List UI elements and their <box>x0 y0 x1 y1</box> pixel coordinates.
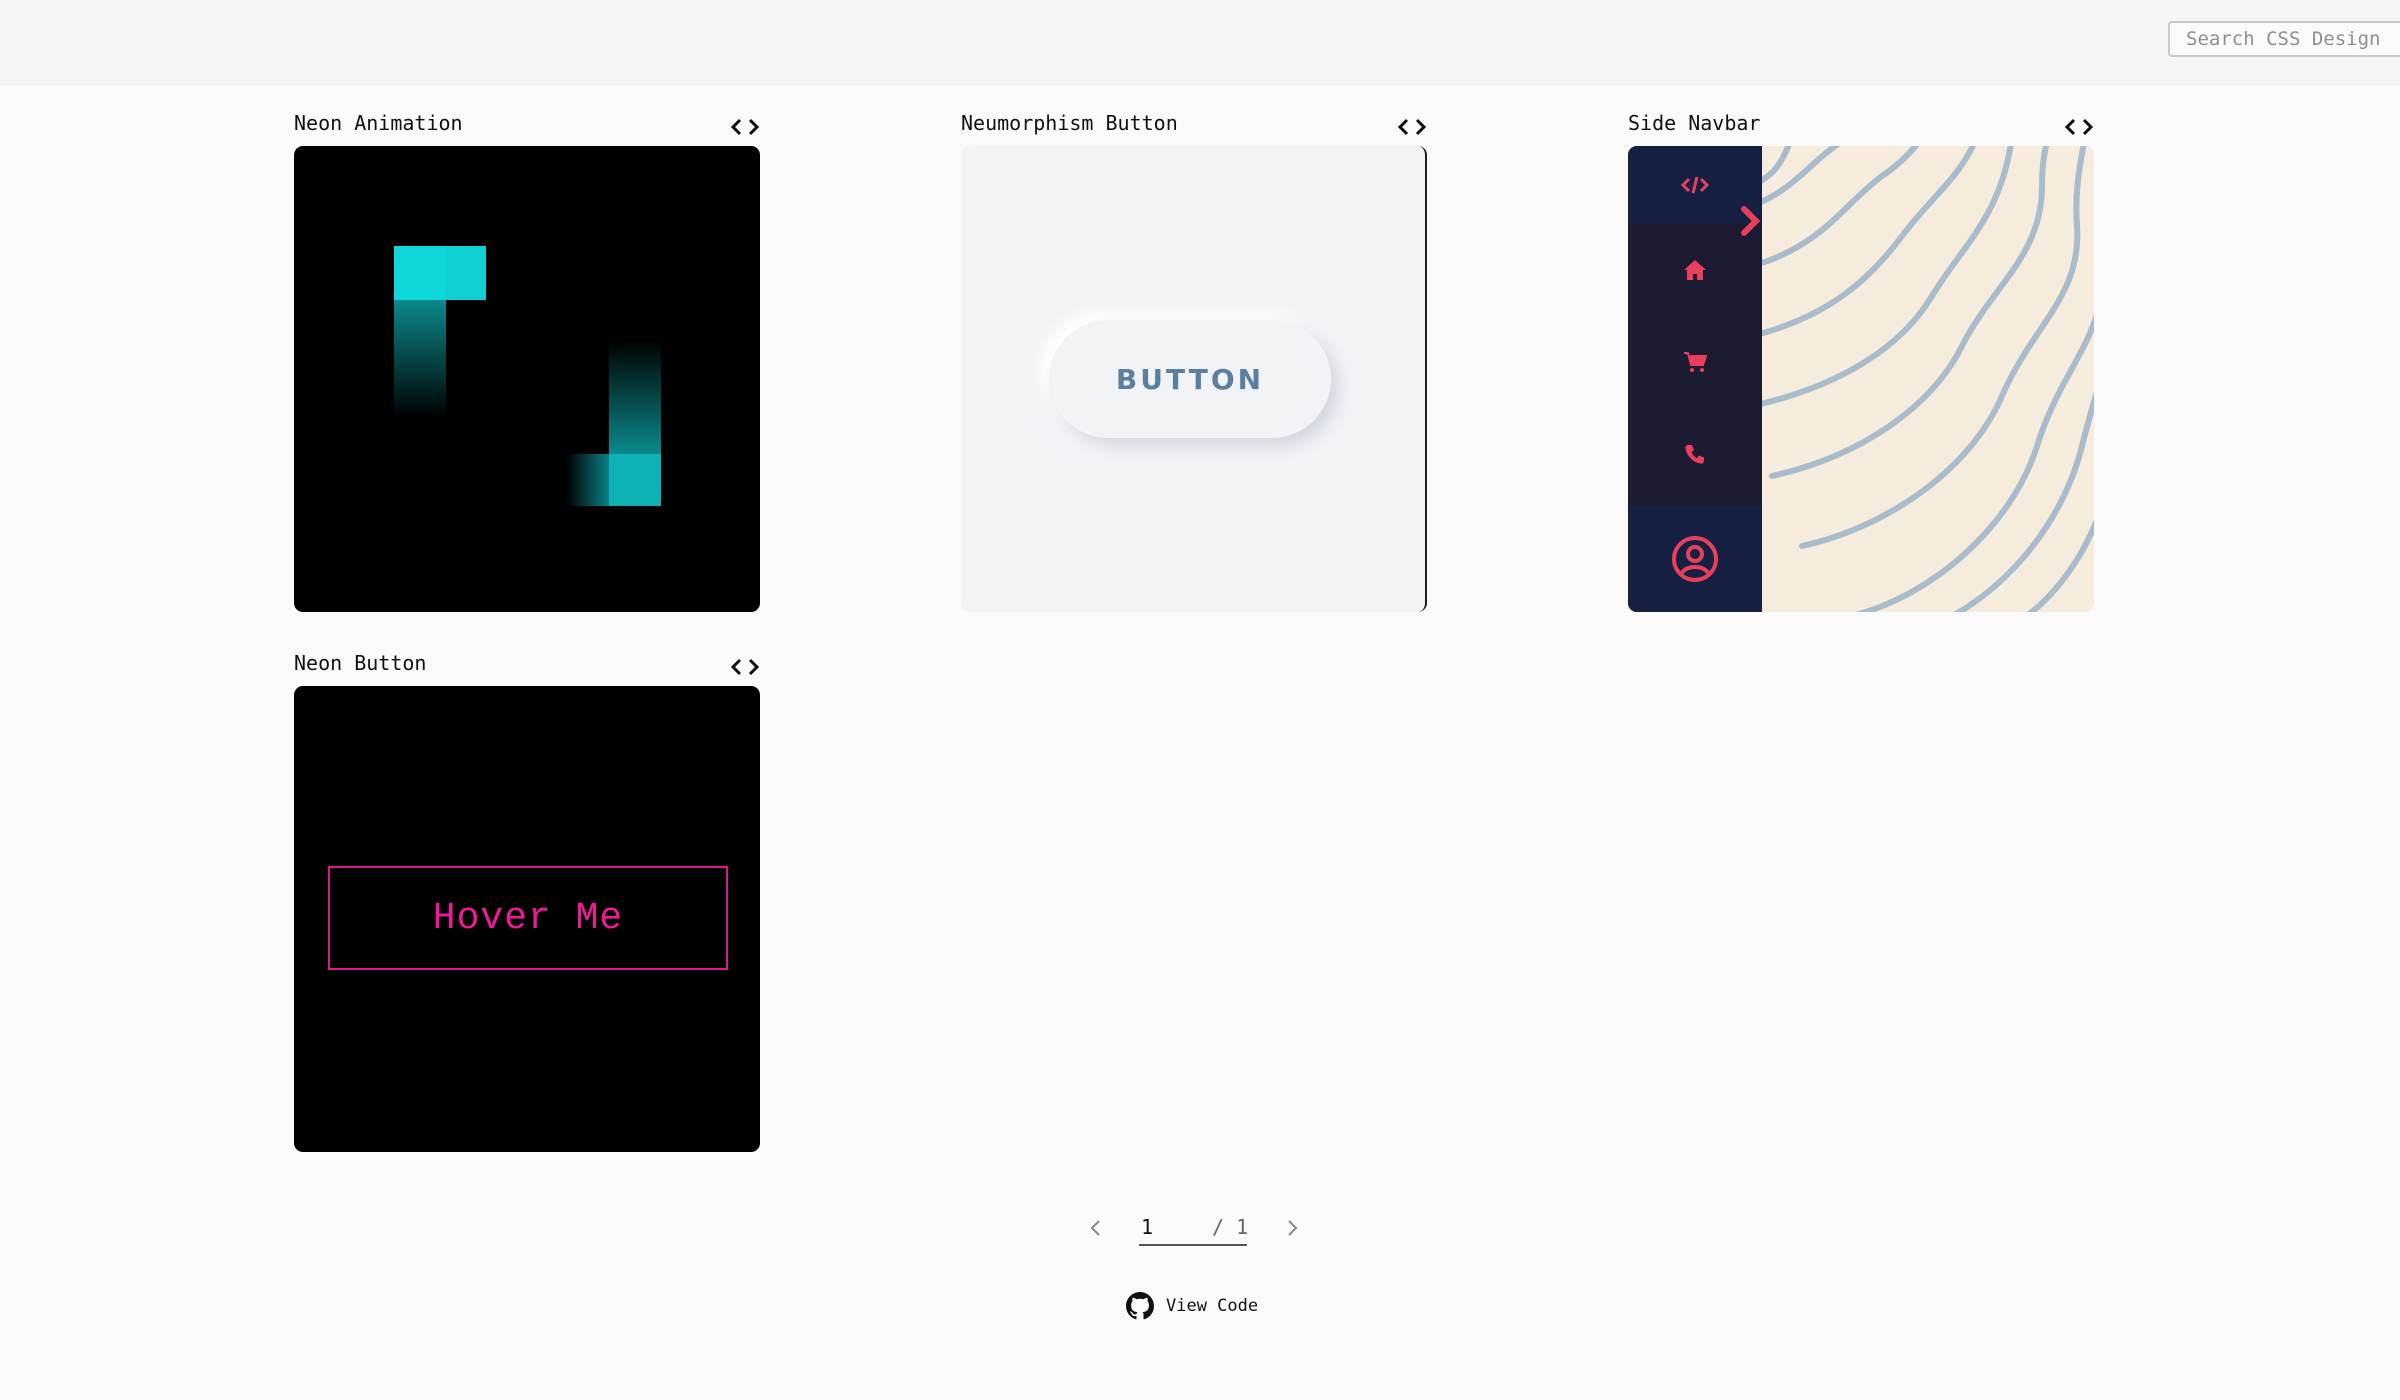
phone-icon <box>1685 445 1704 464</box>
github-icon <box>1126 1292 1154 1320</box>
chevron-right-icon[interactable] <box>1280 1216 1304 1240</box>
card-title: Neon Animation <box>294 111 463 135</box>
card-side-navbar: Side Navbar <box>1628 110 2094 614</box>
neumorphism-button[interactable]: BUTTON <box>1049 320 1331 438</box>
top-bar <box>0 0 2400 85</box>
side-navbar-preview <box>1628 146 2094 612</box>
search-input[interactable] <box>2168 21 2400 57</box>
sidebar-item-phone[interactable] <box>1628 408 1762 500</box>
neon-animation-graphic <box>394 246 661 506</box>
card-title: Side Navbar <box>1628 111 1761 135</box>
card-neon-button: Neon Button Hover Me <box>294 650 760 1154</box>
page-total: / 1 <box>1212 1215 1249 1239</box>
code-icon[interactable] <box>730 654 760 680</box>
chevron-left-icon[interactable] <box>1084 1216 1108 1240</box>
view-code-link[interactable]: View Code <box>1126 1290 1258 1322</box>
neumorphism-preview: BUTTON <box>961 146 1427 612</box>
code-icon[interactable] <box>1397 114 1427 140</box>
code-icon <box>1681 176 1709 194</box>
sidebar-item-cart[interactable] <box>1628 316 1762 408</box>
card-neumorphism-button: Neumorphism Button BUTTON <box>961 110 1427 614</box>
cart-icon <box>1684 352 1707 372</box>
neon-animation-preview <box>294 146 760 612</box>
view-code-label: View Code <box>1166 1296 1259 1316</box>
neon-button-preview: Hover Me <box>294 686 760 1152</box>
chevron-right-icon[interactable] <box>1738 204 1764 238</box>
hover-me-button[interactable]: Hover Me <box>328 866 728 970</box>
card-neon-animation: Neon Animation <box>294 110 760 614</box>
card-title: Neumorphism Button <box>961 111 1178 135</box>
pagination: / 1 <box>1084 1208 1304 1254</box>
code-icon[interactable] <box>730 114 760 140</box>
card-title: Neon Button <box>294 651 427 675</box>
code-icon[interactable] <box>2064 114 2094 140</box>
user-icon <box>1672 536 1718 582</box>
home-icon <box>1684 260 1706 280</box>
wavy-pattern <box>1762 146 2094 612</box>
sidebar-item-profile[interactable] <box>1628 506 1762 612</box>
